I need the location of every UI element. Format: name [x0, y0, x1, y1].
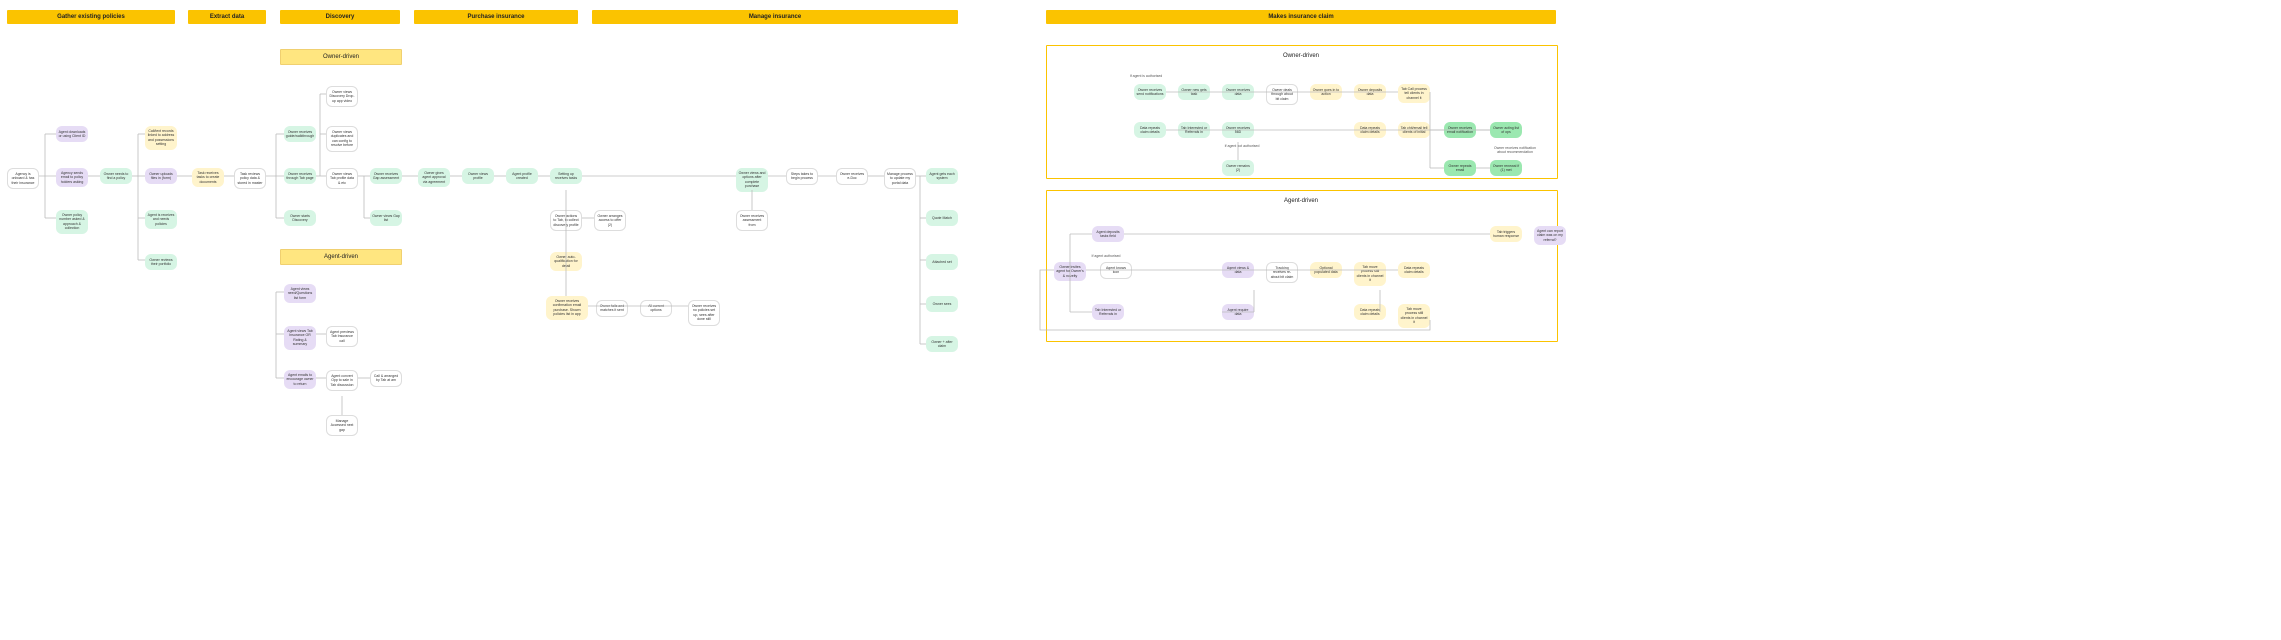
phase-extract: Extract data: [188, 10, 266, 24]
node-p5: Owner actions to Tab, to collect discove…: [550, 210, 582, 231]
node-a6: Call & arranged by Tab at am: [370, 370, 402, 387]
node-a5: Agent convert Opp to sale in Tab discuss…: [326, 370, 358, 391]
node-agent-receives: Agent is receives and needs policies: [145, 210, 177, 229]
node-dis-4: Owner receives Gap assessment: [370, 168, 402, 184]
node-ad5: Agent knows icon: [1100, 262, 1132, 279]
node-ad6: Agent views & data: [1222, 262, 1254, 278]
node-p7: Owner arranges access to offer (2): [594, 210, 626, 231]
node-ad4: Owner invites agent for Owner's & novelt…: [1054, 262, 1086, 281]
node-ad11: Tab Interested or Referrals in: [1092, 304, 1124, 320]
node-p3: Agent profile created: [506, 168, 538, 184]
node-p11: Owner receives no policies set up, sees …: [688, 300, 720, 326]
node-c14: Owner receives email notification: [1444, 122, 1476, 138]
node-p9: Owner fails and matches it sent: [596, 300, 628, 317]
node-c9: Tab Interested or Referrals in: [1178, 122, 1210, 138]
section-owner-driven2: Owner-driven: [1048, 49, 1554, 63]
node-p2: Owner views profile: [462, 168, 494, 184]
node-c15: Owner acting list of ops: [1490, 122, 1522, 138]
node-c5: Owner goes in to action: [1310, 84, 1342, 100]
node-c8: Data repeats claim details: [1134, 122, 1166, 138]
node-c7: Tab Call process tell clients in channel…: [1398, 84, 1430, 103]
outline-owner-driven: [1046, 45, 1558, 179]
node-c13: Tab chit/email tell clients of initial: [1398, 122, 1430, 138]
node-m10: Owner receives assessment from: [736, 210, 768, 231]
node-onboard: Agency is onboard & has their insurance: [7, 168, 39, 189]
node-c6: Owner deposits data: [1354, 84, 1386, 100]
label-sub1: If agent is authorised: [1128, 74, 1164, 78]
node-m8: Owner sees: [926, 296, 958, 312]
node-c4: Owner deals through about bit claim: [1266, 84, 1298, 105]
node-ad1: Agent deposits tasks field: [1092, 226, 1124, 242]
phase-purchase: Purchase insurance: [414, 10, 578, 24]
node-m9: Owner + after claim: [926, 336, 958, 352]
node-c3: Owner receives data: [1222, 84, 1254, 100]
node-ad8: Optional populated data: [1310, 262, 1342, 278]
node-ad13: Data repeats claim details: [1354, 304, 1386, 320]
node-agent-download: Agent downloads or using Client ID: [56, 126, 88, 142]
node-m2: Steps takes to begin process: [786, 168, 818, 185]
node-dis-3: Owner views Tab profile data & etc: [326, 168, 358, 189]
node-owner-approach: Owner policy number asked & approach & c…: [56, 210, 88, 234]
node-owner-guide: Owner receives guide/walkthrough: [284, 126, 316, 142]
node-task-create: Task receives tasks to create documents: [192, 168, 224, 187]
node-c12: Data repeats claim details: [1354, 122, 1386, 138]
node-ad7: Tracking receives re-about bit claim: [1266, 262, 1298, 283]
node-a4: Agent previews Tab Insurance call: [326, 326, 358, 347]
node-m4: Manage process to update my portal data: [884, 168, 916, 189]
label-sub4: Owner receives notification about recomm…: [1490, 146, 1540, 154]
node-c1: Owner receives send notifications: [1134, 84, 1166, 100]
node-dis-2: Owner views duplicates and can config to…: [326, 126, 358, 152]
node-p6: Owner auto-qualification for detail: [550, 252, 582, 271]
node-m7: Attached set: [926, 254, 958, 270]
node-dis-1: Owner views Discovery Drop-up app video: [326, 86, 358, 107]
node-m5: Agent gets each system: [926, 168, 958, 184]
node-ad12: Agent require data: [1222, 304, 1254, 320]
node-calltext: Call/text records linked to address and …: [145, 126, 177, 150]
phase-gather: Gather existing policies: [7, 10, 175, 24]
phase-claim: Makes insurance claim: [1046, 10, 1556, 24]
diagram-canvas: Gather existing policies Extract data Di…: [0, 0, 2281, 640]
node-owner-upload: Owner uploads files in (form): [145, 168, 177, 184]
node-p8: Owner receives confirmation email purcha…: [546, 296, 588, 320]
node-a3: Agent emails to encourage owner to retur…: [284, 370, 316, 389]
node-ad2: Tab triggers human response: [1490, 226, 1522, 242]
node-ad9: Tab move process still clients in channe…: [1354, 262, 1386, 286]
node-c2: Owner new gets task: [1178, 84, 1210, 100]
node-m1: Owner views and options after complete p…: [736, 168, 768, 192]
node-p1: Owner gives agent approval via agreement: [418, 168, 450, 187]
section-agent-driven: Agent-driven: [280, 249, 402, 265]
node-owner-find: Owner needs to find a policy: [100, 168, 132, 184]
node-c17: Owner renewal if (1) met: [1490, 160, 1522, 176]
node-m6: Quote Match: [926, 210, 958, 226]
node-c16: Owner repeats email: [1444, 160, 1476, 176]
node-task-review: Task reviews policy data & stored in mas…: [234, 168, 266, 189]
phase-discovery: Discovery: [280, 10, 400, 24]
label-sub3: If agent authorised: [1088, 254, 1124, 258]
phase-manage: Manage insurance: [592, 10, 958, 24]
node-c10: Owner receives 56D: [1222, 122, 1254, 138]
node-m3: Owner receives e-Doc: [836, 168, 868, 185]
node-ad14: Tab move process still clients in channe…: [1398, 304, 1430, 328]
node-ad10: Data repeats claim details: [1398, 262, 1430, 278]
node-owner-review: Owner reviews their portfolio: [145, 254, 177, 270]
node-owner-tab: Owner receives through Tab page: [284, 168, 316, 184]
node-c11: Owner remains (2): [1222, 160, 1254, 176]
node-dis-5: Owner views Gap list: [370, 210, 402, 226]
node-owner-start: Owner starts Discovery: [284, 210, 316, 226]
node-a1: Agent views need/Questions list form: [284, 284, 316, 303]
section-owner-driven: Owner-driven: [280, 49, 402, 65]
label-sub2: If agent not authorised: [1224, 144, 1260, 148]
node-ad3: Agent can report claim was on my referra…: [1534, 226, 1566, 245]
node-agency-email: Agency sends email to policy holders ask…: [56, 168, 88, 187]
node-p4: Setting up receives tasks: [550, 168, 582, 184]
node-dis-6: Manage Accessed next gap: [326, 415, 358, 436]
section-agent-driven2: Agent-driven: [1048, 194, 1554, 208]
node-p10: All current options: [640, 300, 672, 317]
node-a2: Agent views Tab Insurance OR Rating & su…: [284, 326, 316, 350]
